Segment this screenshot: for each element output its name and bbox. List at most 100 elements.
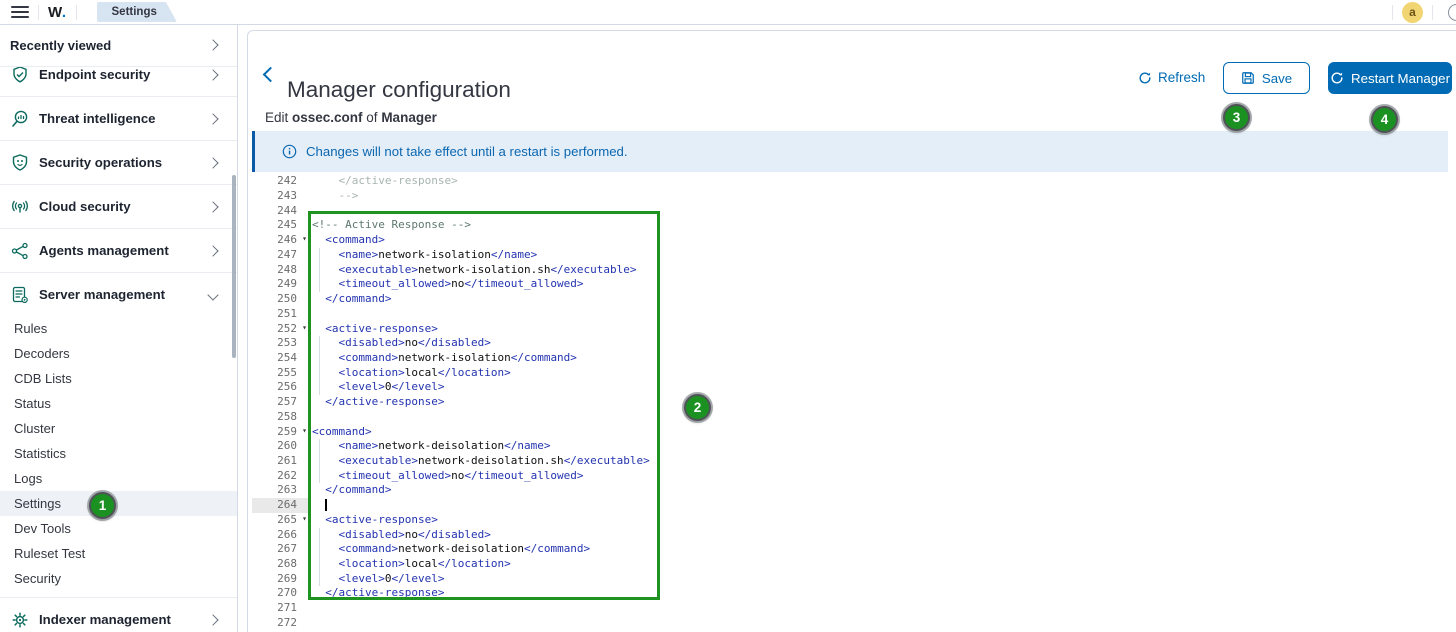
indent-guide xyxy=(318,380,320,396)
indent-guide xyxy=(318,336,320,351)
editor-line-252[interactable]: 252 ▾ <active-response> xyxy=(252,322,1456,337)
line-number: 270 xyxy=(277,586,297,600)
editor-line-272[interactable]: 272 xyxy=(252,616,1456,631)
editor-line-268[interactable]: 268 <location>local</location> xyxy=(252,557,1456,572)
editor-line-266[interactable]: 266 <disabled>no</disabled> xyxy=(252,527,1456,543)
fold-arrow-icon[interactable]: ▾ xyxy=(302,424,307,439)
editor-line-256[interactable]: 256 <level>0</level> xyxy=(252,380,1456,396)
config-filename: ossec.conf xyxy=(292,110,363,125)
sidebar-item-indexer-management[interactable]: Indexer management xyxy=(0,598,237,632)
server-management-icon xyxy=(10,285,30,305)
wazuh-logo[interactable]: W. xyxy=(48,4,67,21)
editor-line-257[interactable]: 257 </active-response> xyxy=(252,395,1456,410)
sidebar-item-statistics[interactable]: Statistics xyxy=(0,441,237,466)
indent-guide xyxy=(318,365,320,381)
editor-line-253[interactable]: 253 <disabled>no</disabled> xyxy=(252,336,1456,351)
editor-line-246[interactable]: 246 ▾ <command> xyxy=(252,233,1456,248)
sidebar-item-threat-intelligence[interactable]: Threat intelligence xyxy=(0,97,237,140)
indent-guide xyxy=(318,468,320,484)
topbar-divider xyxy=(1432,4,1433,20)
sidebar-item-logs[interactable]: Logs xyxy=(0,466,237,491)
editor-line-264[interactable]: 264 xyxy=(252,498,1456,513)
sidebar-item-security-operations[interactable]: Security operations xyxy=(0,141,237,184)
restart-manager-button[interactable]: Restart Manager xyxy=(1328,62,1452,94)
fold-arrow-icon[interactable]: ▾ xyxy=(302,321,307,336)
line-number: 269 xyxy=(277,571,297,585)
code-text: <location>local</location> xyxy=(308,557,511,572)
top-navigation-bar: W. Settings a xyxy=(0,0,1456,25)
sidebar-item-endpoint-security[interactable]: Endpoint security xyxy=(0,67,237,96)
line-number: 266 xyxy=(277,527,297,541)
sidebar-item-cloud-security[interactable]: Cloud security xyxy=(0,185,237,228)
editor-line-242[interactable]: 242 </active-response> xyxy=(252,176,1456,189)
sidebar-item-cdb-lists[interactable]: CDB Lists xyxy=(0,366,237,391)
sidebar-item-decoders[interactable]: Decoders xyxy=(0,341,237,366)
editor-line-249[interactable]: 249 <timeout_allowed>no</timeout_allowed… xyxy=(252,277,1456,293)
fold-arrow-icon[interactable]: ▾ xyxy=(302,232,307,247)
sidebar-scrollbar[interactable] xyxy=(232,175,236,358)
editor-line-259[interactable]: 259 ▾ <command> xyxy=(252,425,1456,440)
chevron-right-icon xyxy=(207,68,219,81)
refresh-button[interactable]: Refresh xyxy=(1138,70,1205,85)
help-icon[interactable] xyxy=(1448,3,1456,21)
annotation-badge-2: 2 xyxy=(684,394,711,421)
editor-line-265[interactable]: 265 ▾ <active-response> xyxy=(252,513,1456,528)
editor-line-267[interactable]: 267 <command>network-deisolation</comman… xyxy=(252,542,1456,557)
sidebar-item-rules[interactable]: Rules xyxy=(0,316,237,341)
sidebar-item-server-management[interactable]: Server management xyxy=(0,273,237,316)
user-avatar[interactable]: a xyxy=(1402,1,1423,23)
breadcrumb-tab-settings[interactable]: Settings xyxy=(97,2,177,22)
line-number: 246 ▾ xyxy=(277,232,307,247)
sidebar-item-settings[interactable]: Settings xyxy=(0,491,237,516)
editor-line-244[interactable]: 244 xyxy=(252,204,1456,219)
editor-line-263[interactable]: 263 </command> xyxy=(252,483,1456,498)
editor-line-248[interactable]: 248 <executable>network-isolation.sh</ex… xyxy=(252,262,1456,278)
menu-icon[interactable] xyxy=(11,6,29,18)
fold-arrow-icon[interactable]: ▾ xyxy=(302,512,307,527)
editor-line-243[interactable]: 243 --> xyxy=(252,189,1456,204)
code-text: </command> xyxy=(325,483,392,497)
chevron-right-icon xyxy=(207,244,219,257)
editor-line-270[interactable]: 270 </active-response> xyxy=(252,586,1456,601)
line-number: 254 xyxy=(277,350,297,364)
code-text: <executable>network-isolation.sh</execut… xyxy=(308,262,637,278)
sidebar: Recently viewed Endpoint security Threat … xyxy=(0,24,238,632)
sidebar-recently-viewed[interactable]: Recently viewed xyxy=(0,24,237,66)
agents-management-icon xyxy=(10,241,30,261)
sidebar-item-ruleset-test[interactable]: Ruleset Test xyxy=(0,541,237,566)
code-text xyxy=(308,498,327,513)
editor-line-271[interactable]: 271 xyxy=(252,601,1456,616)
editor-line-260[interactable]: 260 <name>network-deisolation</name> xyxy=(252,439,1456,454)
editor-line-247[interactable]: 247 <name>network-isolation</name> xyxy=(252,247,1456,263)
editor-line-255[interactable]: 255 <location>local</location> xyxy=(252,365,1456,381)
editor-line-269[interactable]: 269 <level>0</level> xyxy=(252,571,1456,587)
sidebar-item-dev-tools[interactable]: Dev Tools xyxy=(0,516,237,541)
indent-guide xyxy=(318,571,320,587)
editor-line-250[interactable]: 250 </command> xyxy=(252,292,1456,307)
sidebar-item-label: Security operations xyxy=(39,155,163,170)
topbar-divider xyxy=(38,4,39,20)
sidebar-item-agents-management[interactable]: Agents management xyxy=(0,229,237,272)
save-button[interactable]: Save xyxy=(1223,62,1310,94)
code-text: <disabled>no</disabled> xyxy=(308,336,491,351)
chevron-right-icon xyxy=(207,39,219,51)
editor-line-245[interactable]: 245 <!-- Active Response --> xyxy=(252,218,1456,233)
line-number: 268 xyxy=(277,557,297,570)
editor-line-251[interactable]: 251 xyxy=(252,307,1456,322)
editor-line-258[interactable]: 258 xyxy=(252,410,1456,425)
editor-line-261[interactable]: 261 <executable>network-deisolation.sh</… xyxy=(252,453,1456,469)
save-icon xyxy=(1241,71,1255,85)
sidebar-item-security[interactable]: Security xyxy=(0,566,237,591)
config-code-editor[interactable]: 242 </active-response> 243 --> 244 245 <!-- … xyxy=(252,176,1456,632)
sidebar-item-status[interactable]: Status xyxy=(0,391,237,416)
line-number: 248 xyxy=(277,262,297,276)
sidebar-item-cluster[interactable]: Cluster xyxy=(0,416,237,441)
editor-line-254[interactable]: 254 <command>network-isolation</command> xyxy=(252,350,1456,366)
info-icon xyxy=(282,144,297,159)
line-number: 263 xyxy=(277,483,297,497)
editor-line-262[interactable]: 262 <timeout_allowed>no</timeout_allowed… xyxy=(252,468,1456,484)
indent-guide xyxy=(318,350,320,366)
line-number: 253 xyxy=(277,336,297,350)
indent-guide xyxy=(318,277,320,293)
